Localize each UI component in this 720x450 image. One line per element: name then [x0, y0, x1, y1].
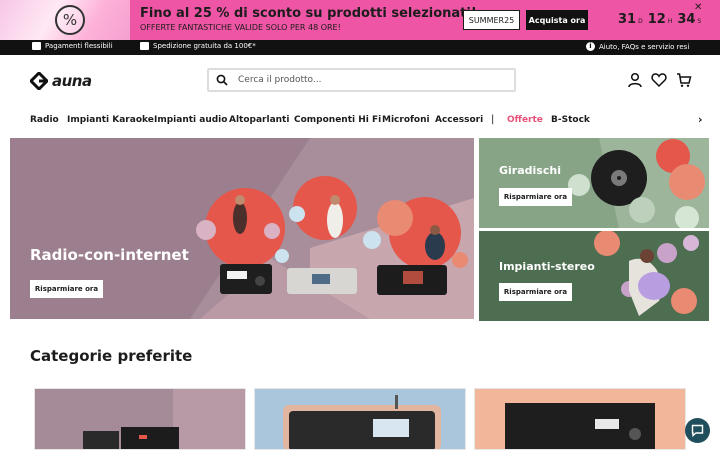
search-icon[interactable]: [216, 74, 228, 86]
promo-buy-button[interactable]: Acquista ora: [526, 10, 588, 30]
stereo-illustration: [594, 231, 699, 316]
nav-item-altoparlanti[interactable]: Altoparlanti: [229, 115, 289, 125]
category-image-1: [35, 389, 245, 449]
category-image-3: [475, 389, 685, 449]
timer-hours-unit: H: [667, 18, 673, 25]
category-card-1[interactable]: [34, 388, 246, 450]
logo-mark-icon: [30, 72, 48, 90]
close-icon[interactable]: ✕: [694, 2, 702, 13]
nav-item-componenti[interactable]: Componenti Hi Fi: [294, 115, 381, 125]
wishlist-heart-icon[interactable]: [651, 72, 667, 88]
payments-info[interactable]: Pagamenti flessibili: [32, 42, 113, 50]
category-card-3[interactable]: [474, 388, 686, 450]
nav-item-bstock[interactable]: B-Stock: [551, 115, 590, 125]
promo-banner: % Fino al 25 % di sconto su prodotti sel…: [0, 0, 720, 40]
cart-icon[interactable]: [676, 72, 692, 88]
countdown-timer: 31 D 12 H 34 S: [618, 12, 704, 27]
chat-icon: [691, 424, 704, 437]
cart-icon: [32, 42, 41, 50]
turntable-illustration: [568, 138, 709, 228]
payments-label: Pagamenti flessibili: [45, 42, 113, 50]
nav-item-karaoke[interactable]: Impianti Karaoke: [67, 115, 154, 125]
timer-seconds-unit: S: [697, 18, 702, 25]
info-bar: Pagamenti flessibili Spedizione gratuita…: [0, 40, 720, 55]
hero-cta-button[interactable]: Risparmiare ora: [30, 280, 103, 298]
percent-badge-icon: %: [55, 5, 85, 35]
card-cta-impianti-stereo[interactable]: Risparmiare ora: [499, 283, 572, 301]
timer-hours: 12: [647, 12, 666, 27]
promo-title: Fino al 25 % di sconto su prodotti selez…: [140, 6, 477, 21]
promo-card-giradischi[interactable]: Giradischi Risparmiare ora: [479, 138, 709, 228]
nav-item-accessori[interactable]: Accessori: [435, 115, 483, 125]
nav-separator: |: [491, 114, 495, 125]
shipping-info[interactable]: Spedizione gratuita da 100€*: [140, 42, 256, 50]
nav-item-radio[interactable]: Radio: [30, 115, 59, 125]
nav-item-impianti-audio[interactable]: Impianti audio: [154, 115, 227, 125]
card-title-impianti-stereo: Impianti-stereo: [499, 260, 595, 273]
main-nav: Radio Impianti Karaoke Impianti audio Al…: [0, 107, 720, 135]
logo-text: auna: [52, 72, 92, 90]
timer-days-unit: D: [638, 18, 643, 25]
hero-title: Radio-con-internet: [30, 246, 189, 264]
timer-days: 31: [618, 12, 637, 27]
help-link[interactable]: i Aiuto, FAQs e servizio resi: [586, 42, 689, 51]
info-icon: i: [586, 42, 595, 51]
site-logo[interactable]: auna: [30, 72, 92, 90]
timer-seconds: 34: [677, 12, 696, 27]
hero-banner[interactable]: Radio-con-internet Risparmiare ora: [10, 138, 474, 319]
promo-subtitle: OFFERTE FANTASTICHE VALIDE SOLO PER 48 O…: [140, 23, 341, 32]
promo-code[interactable]: SUMMER25: [463, 10, 520, 30]
user-account-icon[interactable]: [627, 72, 643, 88]
search-input[interactable]: [238, 72, 508, 88]
card-cta-giradischi[interactable]: Risparmiare ora: [499, 188, 572, 206]
nav-item-offerte[interactable]: Offerte: [507, 115, 543, 125]
chat-button[interactable]: [685, 418, 710, 443]
search-bar: [207, 68, 516, 92]
promo-card-impianti-stereo[interactable]: Impianti-stereo Risparmiare ora: [479, 231, 709, 321]
card-title-giradischi: Giradischi: [499, 164, 561, 177]
chevron-right-icon[interactable]: ›: [698, 113, 703, 126]
category-card-2[interactable]: [254, 388, 466, 450]
nav-item-microfoni[interactable]: Microfoni: [382, 115, 430, 125]
truck-icon: [140, 42, 149, 50]
help-label: Aiuto, FAQs e servizio resi: [599, 42, 690, 51]
section-title-categorie: Categorie preferite: [30, 347, 193, 365]
category-image-2: [255, 389, 465, 449]
shipping-label: Spedizione gratuita da 100€*: [153, 42, 256, 50]
